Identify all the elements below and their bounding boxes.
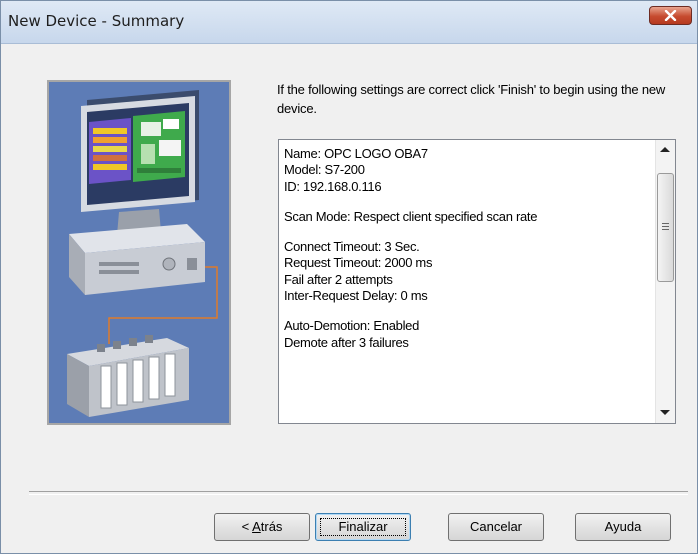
scroll-down-arrow-icon[interactable]	[660, 410, 670, 415]
wizard-window: New Device - Summary If the following se…	[0, 0, 698, 554]
title-bar: New Device - Summary	[1, 1, 697, 44]
summary-line: Auto-Demotion: Enabled	[284, 318, 420, 334]
back-prefix: <	[241, 519, 253, 534]
computer-plc-illustration-icon	[49, 82, 229, 423]
back-mnemonic: A	[252, 519, 261, 534]
grip-line	[662, 229, 669, 230]
scrollbar-thumb[interactable]	[657, 173, 674, 282]
summary-line: Fail after 2 attempts	[284, 271, 393, 287]
summary-line: Model: S7-200	[284, 162, 365, 178]
button-separator	[29, 491, 688, 495]
wizard-illustration	[47, 80, 231, 425]
close-button[interactable]	[649, 6, 692, 25]
finish-button[interactable]: Finalizar	[315, 513, 411, 541]
grip-line	[662, 226, 669, 227]
finish-label: Finalizar	[338, 519, 388, 534]
summary-textbox[interactable]: Name: OPC LOGO OBA7 Model: S7-200 ID: 192.…	[278, 139, 676, 424]
close-icon	[664, 10, 677, 21]
window-title: New Device - Summary	[8, 12, 185, 30]
summary-line: Scan Mode: Respect client specified scan…	[284, 208, 538, 224]
summary-line: Inter-Request Delay: 0 ms	[284, 288, 428, 304]
summary-blank-line	[284, 304, 651, 318]
help-button[interactable]: Ayuda	[575, 513, 671, 541]
cancel-label: Cancelar	[469, 519, 523, 534]
summary-line: Demote after 3 failures	[284, 334, 409, 350]
back-label: trás	[260, 519, 283, 534]
summary-blank-line	[284, 225, 651, 239]
summary-line: Name: OPC LOGO OBA7	[284, 146, 428, 161]
summary-line: Request Timeout: 2000 ms	[284, 255, 433, 271]
vertical-scrollbar[interactable]	[655, 140, 675, 423]
summary-line: Connect Timeout: 3 Sec.	[284, 239, 420, 255]
summary-line: ID: 192.168.0.116	[284, 178, 382, 194]
summary-content: Name: OPC LOGO OBA7 Model: S7-200 ID: 192.…	[284, 146, 651, 351]
help-label: Ayuda	[604, 519, 642, 534]
scroll-up-arrow-icon[interactable]	[660, 147, 670, 152]
instructions-text: If the following settings are correct cl…	[277, 82, 666, 116]
summary-blank-line	[284, 195, 651, 209]
cancel-button[interactable]: Cancelar	[448, 513, 544, 541]
grip-line	[662, 223, 669, 224]
back-button[interactable]: < Atrás	[214, 513, 310, 541]
